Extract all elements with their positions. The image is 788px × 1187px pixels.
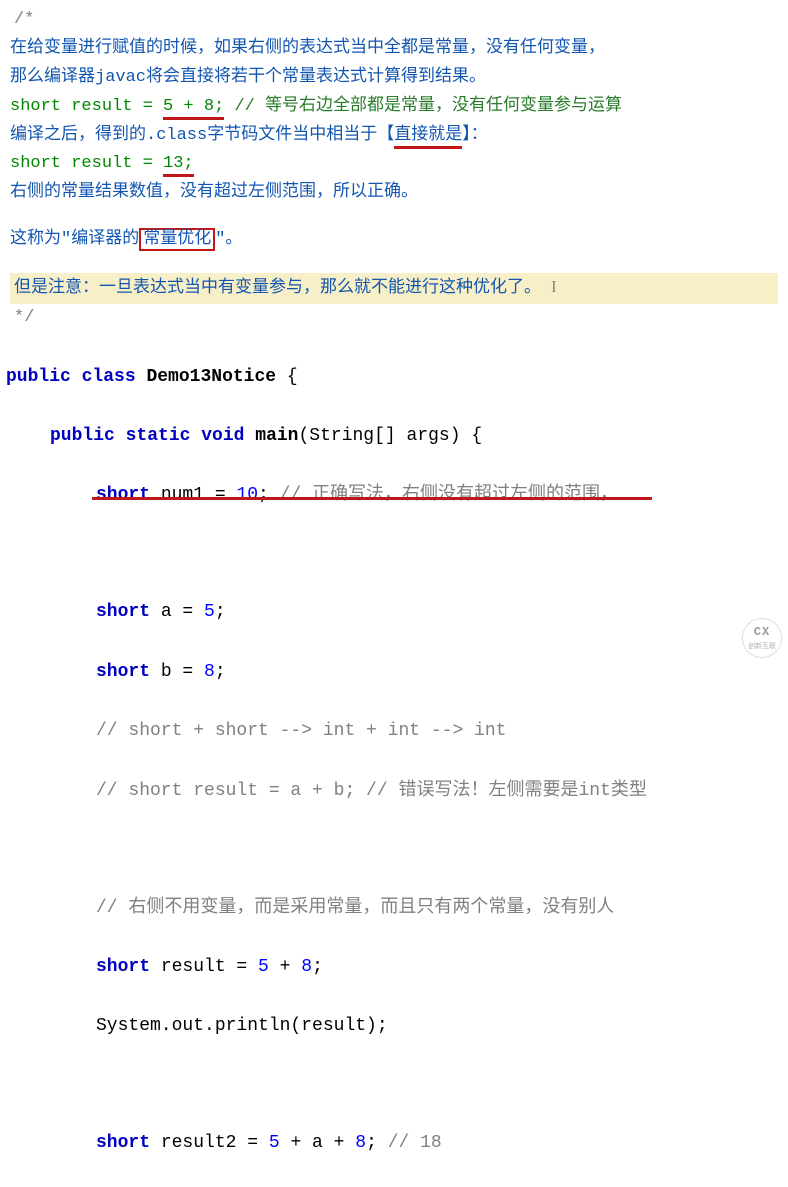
code-line-4: short a = 5; xyxy=(6,598,782,628)
code-line-11: short result2 = 5 + a + 8; // 18 xyxy=(6,1129,782,1159)
code2-b: 13; xyxy=(163,154,194,177)
red-underline-annotation xyxy=(92,497,652,500)
exp-line-5: 这称为"编译器的常量优化"。 xyxy=(10,226,778,255)
line3a: 编译之后，得到的.class字节码文件当中相当于【 xyxy=(10,126,394,145)
code-line-8: // 右侧不用变量，而是采用常量，而且只有两个常量，没有别人 xyxy=(6,894,782,924)
exp-line-3: 编译之后，得到的.class字节码文件当中相当于【直接就是】： xyxy=(10,122,778,151)
code-block: public class Demo13Notice { public stati… xyxy=(0,333,788,1187)
blank-line-2 xyxy=(6,836,782,864)
code-line-1: public class Demo13Notice { xyxy=(6,363,782,393)
line5c: "。 xyxy=(215,230,242,249)
blank-line-3 xyxy=(6,1072,782,1100)
code1-c: // 等号右边全部都是常量，没有任何变量参与运算 xyxy=(224,97,622,116)
code-line-9: short result = 5 + 8; xyxy=(6,953,782,983)
code1-b: 5 + 8; xyxy=(163,97,224,120)
code2-a: short result = xyxy=(10,154,163,173)
blank-line xyxy=(6,541,782,569)
exp-code-2: short result = 13; xyxy=(10,150,778,179)
code1-a: short result = xyxy=(10,97,163,116)
line5a: 这称为"编译器的 xyxy=(10,230,139,249)
code-line-7: // short result = a + b; // 错误写法！左侧需要是in… xyxy=(6,777,782,807)
highlight-text: 但是注意：一旦表达式当中有变量参与，那么就不能进行这种优化了。 xyxy=(14,279,541,298)
text-cursor-icon: I xyxy=(551,277,557,296)
exp-code-1: short result = 5 + 8; // 等号右边全部都是常量，没有任何… xyxy=(10,93,778,122)
code-line-10: System.out.println(result); xyxy=(6,1012,782,1042)
highlight-note: 但是注意：一旦表达式当中有变量参与，那么就不能进行这种优化了。 I xyxy=(10,273,778,304)
comment-close: */ xyxy=(10,304,778,333)
code-line-6: // short + short --> int + int --> int xyxy=(6,717,782,747)
line3b: 直接就是 xyxy=(394,126,462,149)
comment-open: /* xyxy=(10,6,778,35)
watermark-logo: CX 创新互联 xyxy=(742,618,782,658)
exp-line-1: 在给变量进行赋值的时候，如果右侧的表达式当中全都是常量，没有任何变量， xyxy=(10,35,778,64)
code-line-2: public static void main(String[] args) { xyxy=(6,422,782,452)
line5b-boxed: 常量优化 xyxy=(139,228,215,251)
line3c: 】： xyxy=(462,126,488,145)
watermark-sub: 创新互联 xyxy=(748,642,776,654)
code-line-5: short b = 8; xyxy=(6,658,782,688)
watermark-main: CX xyxy=(754,622,770,642)
exp-line-2: 那么编译器javac将会直接将若干个常量表达式计算得到结果。 xyxy=(10,64,778,93)
exp-line-4: 右侧的常量结果数值，没有超过左侧范围，所以正确。 xyxy=(10,179,778,208)
explanation-block: /* 在给变量进行赋值的时候，如果右侧的表达式当中全都是常量，没有任何变量， 那… xyxy=(0,0,788,333)
